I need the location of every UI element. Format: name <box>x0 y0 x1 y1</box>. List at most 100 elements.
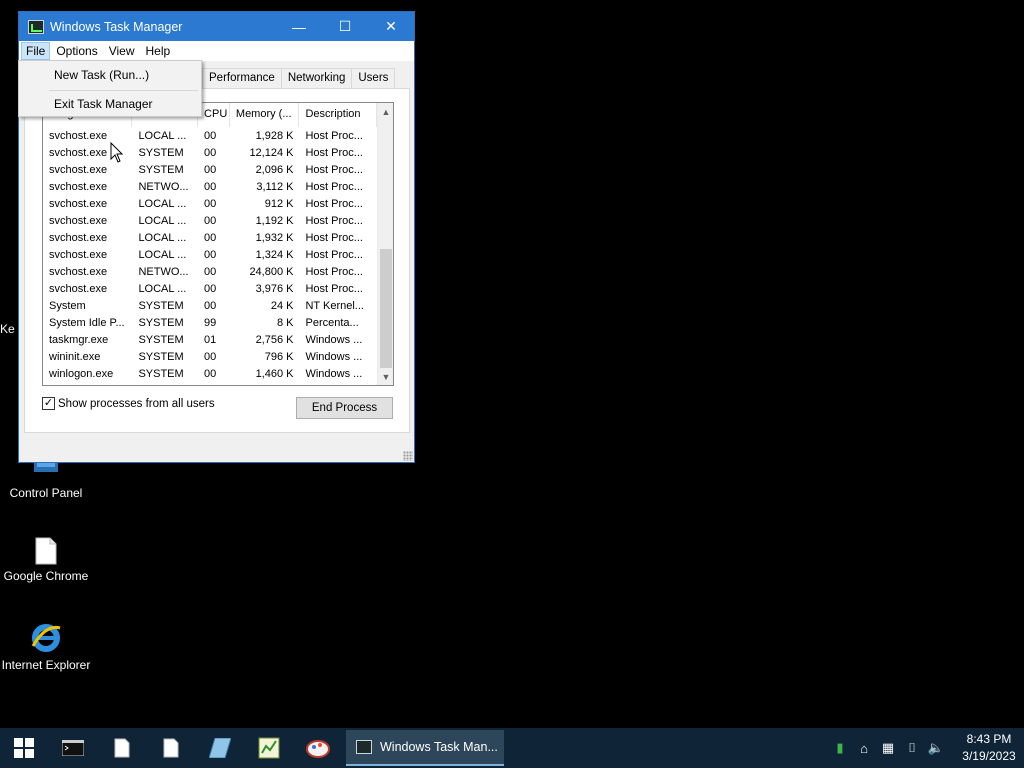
desktop-icon-label: Google Chrome <box>3 569 89 583</box>
menu-help[interactable]: Help <box>141 42 176 60</box>
show-all-users-checkbox[interactable]: ✓ <box>42 397 55 410</box>
process-memory-cell: 3,112 K <box>256 181 294 193</box>
desktop-icon-google-chrome[interactable]: Google Chrome <box>0 537 92 583</box>
taskbar-file-2[interactable] <box>146 728 195 768</box>
scroll-up-arrow-icon[interactable]: ▲ <box>378 103 393 120</box>
menu-item-exit-task-manager[interactable]: Exit Task Manager <box>20 93 200 115</box>
color-icon[interactable]: ▦ <box>876 740 900 756</box>
process-memory-cell: 2,096 K <box>255 164 294 176</box>
taskbar-notepad[interactable] <box>195 728 244 768</box>
process-row[interactable]: svchost.exe LOCAL ... 00 1,324 K Host Proc..… <box>43 247 377 264</box>
process-description-cell: Windows ... <box>305 334 363 346</box>
minimize-button[interactable]: — <box>276 12 322 41</box>
process-name-cell: svchost.exe <box>49 266 108 278</box>
process-user-cell: SYSTEM <box>138 368 184 380</box>
column-description[interactable]: Description <box>299 103 377 127</box>
file-icon <box>114 738 129 758</box>
column-cpu[interactable]: CPU <box>198 103 230 127</box>
tab-performance[interactable]: Performance <box>202 68 282 88</box>
menu-options[interactable]: Options <box>51 42 102 60</box>
process-cpu-cell: 00 <box>204 181 217 193</box>
scroll-thumb[interactable] <box>380 249 392 368</box>
process-cpu-cell: 01 <box>204 334 217 346</box>
process-cpu-cell: 00 <box>204 368 217 380</box>
process-user-cell: SYSTEM <box>138 300 184 312</box>
process-memory-cell: 1,192 K <box>255 215 294 227</box>
process-description-cell: Host Proc... <box>305 198 363 210</box>
taskbar-command-prompt[interactable] <box>48 728 97 768</box>
end-process-button[interactable]: End Process <box>296 397 393 419</box>
process-description-cell: Host Proc... <box>305 232 363 244</box>
process-cpu-cell: 00 <box>204 198 217 210</box>
tab-users[interactable]: Users <box>351 68 396 88</box>
process-row[interactable]: svchost.exe LOCAL ... 00 1,192 K Host Proc..… <box>43 213 377 230</box>
process-cpu-cell: 00 <box>204 249 217 261</box>
process-memory-cell: 8 K <box>276 317 294 329</box>
start-button[interactable] <box>0 728 48 768</box>
process-name-cell: svchost.exe <box>49 215 108 227</box>
resize-grip[interactable] <box>403 451 413 461</box>
process-row[interactable]: svchost.exe SYSTEM 00 2,096 K Host Proc... <box>43 162 377 179</box>
tab-networking[interactable]: Networking <box>280 68 353 88</box>
taskbar-task-manager-window[interactable]: Windows Task Man... <box>346 730 504 766</box>
menu-bar: File Options View Help <box>19 41 414 61</box>
taskbar-file-1[interactable] <box>97 728 146 768</box>
process-row[interactable]: svchost.exe SYSTEM 00 12,124 K Host Proc... <box>43 145 377 162</box>
volume-muted-icon[interactable]: 🔈 <box>924 740 948 756</box>
menu-item-new-task[interactable]: New Task (Run...) <box>20 64 200 86</box>
process-cpu-cell: 99 <box>204 317 217 329</box>
process-memory-cell: 12,124 K <box>249 147 294 159</box>
process-user-cell: LOCAL ... <box>138 215 187 227</box>
close-button[interactable]: ✕ <box>368 12 414 41</box>
internet-explorer-icon <box>31 624 61 652</box>
process-list-body: svchost.exe LOCAL ... 00 1,928 K Host Proc..… <box>43 128 377 383</box>
process-row[interactable]: wininit.exe SYSTEM 00 796 K Windows ... <box>43 349 377 366</box>
process-name-cell: svchost.exe <box>49 164 108 176</box>
scroll-down-arrow-icon[interactable]: ▼ <box>378 368 393 385</box>
taskbar-task-manager-pinned[interactable] <box>244 728 293 768</box>
file-icon <box>163 738 178 758</box>
process-row[interactable]: System Idle P... SYSTEM 99 8 K Percenta... <box>43 315 377 332</box>
desktop-icon-label: Control Panel <box>9 486 83 500</box>
process-row[interactable]: svchost.exe NETWO... 00 3,112 K Host Proc... <box>43 179 377 196</box>
process-user-cell: LOCAL ... <box>138 249 187 261</box>
menu-file[interactable]: File <box>21 42 51 60</box>
process-name-cell: taskmgr.exe <box>49 334 109 346</box>
process-row[interactable]: svchost.exe NETWO... 00 24,800 K Host Proc..… <box>43 264 377 281</box>
process-cpu-cell: 00 <box>204 351 217 363</box>
task-manager-icon <box>28 19 44 34</box>
clock-time: 8:43 PM <box>966 732 1012 746</box>
process-row[interactable]: System SYSTEM 00 24 K NT Kernel... <box>43 298 377 315</box>
usb-icon[interactable]: ⌷ <box>900 740 924 756</box>
title-bar[interactable]: Windows Task Manager — ☐ ✕ <box>19 12 414 41</box>
battery-icon[interactable]: ▮ <box>828 740 852 756</box>
process-list-scrollbar[interactable]: ▲ ▼ <box>377 103 393 385</box>
column-memory[interactable]: Memory (... <box>230 103 300 127</box>
process-description-cell: Host Proc... <box>305 147 363 159</box>
process-user-cell: LOCAL ... <box>138 232 187 244</box>
network-icon[interactable]: ⌂ <box>852 741 876 756</box>
file-menu-dropdown: New Task (Run...) Exit Task Manager <box>18 60 202 117</box>
mouse-cursor-icon <box>110 142 124 163</box>
process-row[interactable]: svchost.exe LOCAL ... 00 1,932 K Host Proc..… <box>43 230 377 247</box>
clock[interactable]: 8:43 PM 3/19/2023 <box>954 731 1024 765</box>
maximize-button[interactable]: ☐ <box>322 12 368 41</box>
process-name-cell: svchost.exe <box>49 249 108 261</box>
process-row[interactable]: svchost.exe LOCAL ... 00 1,928 K Host Proc..… <box>43 128 377 145</box>
desktop-icon-internet-explorer[interactable]: Internet Explorer <box>0 622 92 672</box>
process-row[interactable]: taskmgr.exe SYSTEM 01 2,756 K Windows ... <box>43 332 377 349</box>
process-row[interactable]: svchost.exe LOCAL ... 00 3,976 K Host Proc..… <box>43 281 377 298</box>
process-description-cell: Windows ... <box>305 351 363 363</box>
process-row[interactable]: svchost.exe LOCAL ... 00 912 K Host Proc... <box>43 196 377 213</box>
process-description-cell: Host Proc... <box>305 283 363 295</box>
process-name-cell: wininit.exe <box>49 351 101 363</box>
tab-strip: Performance Networking Users <box>202 68 396 88</box>
process-row[interactable]: winlogon.exe SYSTEM 00 1,460 K Windows ... <box>43 366 377 383</box>
taskbar-paint[interactable] <box>293 728 342 768</box>
show-all-users-option[interactable]: ✓ Show processes from all users <box>42 397 215 410</box>
process-memory-cell: 2,756 K <box>255 334 294 346</box>
show-all-users-label: Show processes from all users <box>58 397 215 410</box>
menu-view[interactable]: View <box>104 42 140 60</box>
process-cpu-cell: 00 <box>204 266 217 278</box>
process-list[interactable]: Image Name User Name CPU Memory (... Des… <box>42 102 394 386</box>
